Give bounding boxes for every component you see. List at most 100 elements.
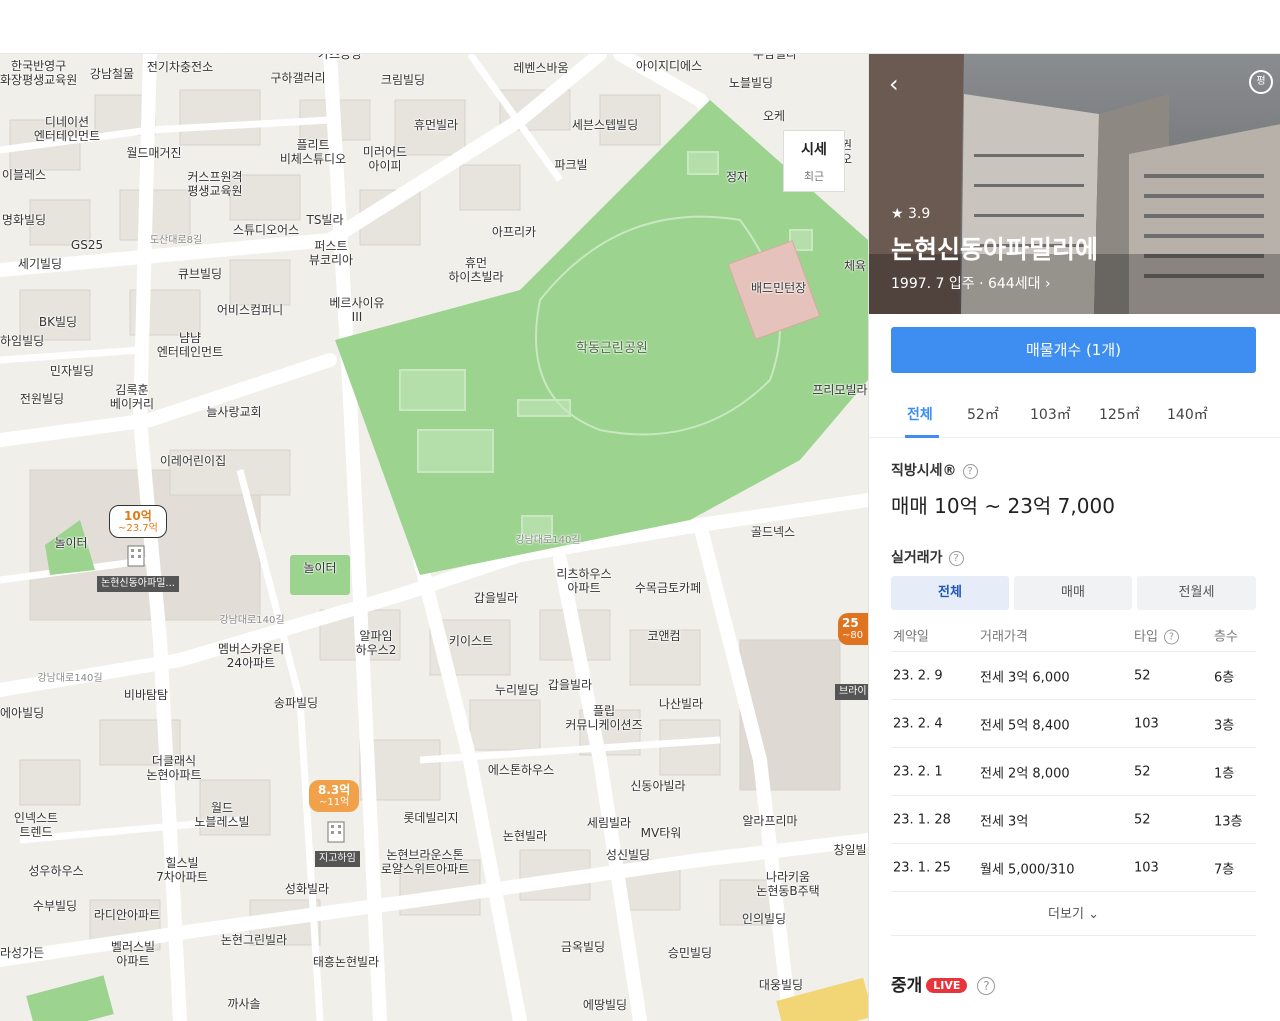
map-place-label[interactable]: 파크빌 xyxy=(554,158,587,172)
map-place-label[interactable]: 레벤스바움 xyxy=(513,61,568,75)
map-place-label[interactable]: 주암빌라 xyxy=(753,54,797,61)
segment-rent[interactable]: 전월세 xyxy=(1137,576,1256,610)
table-row[interactable]: 23. 2. 9 전세 3억 6,000 52 6층 xyxy=(891,652,1256,700)
map-place-label[interactable]: 멤버스카운티 24아파트 xyxy=(218,642,284,670)
help-icon[interactable]: ? xyxy=(948,551,964,566)
map-place-label[interactable]: 금옥빌딩 xyxy=(561,940,605,954)
map-place-label[interactable]: 갑을빌라 xyxy=(474,591,518,605)
map-place-label[interactable]: 힐스빌 7차아파트 xyxy=(156,856,208,884)
map-place-label[interactable]: 세븐스텝빌딩 xyxy=(572,118,638,132)
map-place-label[interactable]: 냠냠 엔터테인먼트 xyxy=(157,331,223,359)
map-place-label[interactable]: 대웅빌딩 xyxy=(759,978,803,992)
map-place-label[interactable]: 한국반영구 화장평생교육원 xyxy=(0,59,77,87)
map-place-label[interactable]: 에스톤하우스 xyxy=(488,763,554,777)
map-view[interactable]: 한국반영구 화장평생교육원 강남철물 전기차충전소 구하갤러리 카츠공방 크림빌딩 레벤스바… xyxy=(0,54,868,1021)
map-place-label[interactable]: 창일빌 xyxy=(833,843,866,857)
map-place-label[interactable]: 신동아빌라 xyxy=(630,779,685,793)
map-place-label[interactable]: 골드넥스 xyxy=(751,525,795,539)
map-place-label[interactable]: 강남철물 xyxy=(90,67,134,81)
map-place-label[interactable]: 놀이터 xyxy=(54,536,87,550)
map-place-label[interactable]: 놀이터 xyxy=(303,561,336,575)
map-place-label[interactable]: 프리모빌라 xyxy=(812,383,867,397)
map-place-label[interactable]: 아프리카 xyxy=(492,225,536,239)
price-pin[interactable]: 8.3억 ~11억 xyxy=(309,780,360,812)
map-place-label[interactable]: 전기차충전소 xyxy=(147,60,213,74)
map-place-label[interactable]: 아이지디에스 xyxy=(636,59,702,73)
map-place-label[interactable]: 코앤컴 xyxy=(647,629,680,643)
map-place-label[interactable]: 갑을빌라 xyxy=(548,678,592,692)
help-icon[interactable]: ? xyxy=(977,977,996,995)
map-place-label[interactable]: 디네이션 엔터테인먼트 xyxy=(34,115,100,143)
map-place-label[interactable]: 김록훈 베이커리 xyxy=(110,383,154,411)
price-pin-edge[interactable]: 25 ~80 xyxy=(838,613,868,645)
map-place-label[interactable]: 알파임 하우스2 xyxy=(356,629,397,657)
map-place-label[interactable]: 수부빌딩 xyxy=(33,899,77,913)
map-place-label[interactable]: 휴먼 하이츠빌라 xyxy=(448,256,503,284)
map-place-label[interactable]: 에아빌딩 xyxy=(0,706,44,720)
tab-52[interactable]: 52㎡ xyxy=(967,404,999,424)
map-place-label[interactable]: 라디안아파트 xyxy=(94,908,160,922)
more-button[interactable]: 더보기 ⌄ xyxy=(891,894,1256,936)
map-place-label[interactable]: 라성가든 xyxy=(0,946,44,960)
map-place-label[interactable]: 베르사이유 III xyxy=(329,296,384,324)
map-place-label[interactable]: 큐브빌딩 xyxy=(178,267,222,281)
map-place-label[interactable]: 논현브라운스톤 로얄스위트아파트 xyxy=(381,848,469,876)
tab-all[interactable]: 전체 xyxy=(907,404,933,424)
map-place-label[interactable]: 승민빌딩 xyxy=(668,946,712,960)
map-place-label[interactable]: GS25 xyxy=(71,238,103,252)
map-place-label[interactable]: 나라키움 논현동B주택 xyxy=(756,870,819,898)
map-place-label[interactable]: 명화빌딩 xyxy=(2,213,46,227)
map-place-label[interactable]: 비바탐탐 xyxy=(124,688,168,702)
map-place-label[interactable]: 알라프리마 xyxy=(742,814,797,828)
map-place-label[interactable]: 키이스트 xyxy=(449,634,493,648)
map-place-label[interactable]: BK빌딩 xyxy=(39,315,77,329)
map-place-label[interactable]: 인의빌딩 xyxy=(742,912,786,926)
map-place-label[interactable]: 카츠공방 xyxy=(318,54,362,61)
map-place-label[interactable]: 논현그린빌라 xyxy=(221,933,287,947)
map-place-label[interactable]: 성신빌딩 xyxy=(606,848,650,862)
map-place-label[interactable]: 송파빌딩 xyxy=(274,696,318,710)
map-place-label[interactable]: 리츠하우스 아파트 xyxy=(556,567,611,595)
map-place-label[interactable]: 나산빌라 xyxy=(659,697,703,711)
map-place-label[interactable]: 퍼스트 뷰코리아 xyxy=(309,239,353,267)
map-place-label[interactable]: 벨러스빌 아파트 xyxy=(111,940,155,968)
map-place-label[interactable]: 태흥논현빌라 xyxy=(313,955,379,969)
segment-sale[interactable]: 매매 xyxy=(1014,576,1132,610)
map-place-label[interactable]: 논현빌라 xyxy=(503,829,547,843)
map-place-label[interactable]: 성화빌라 xyxy=(285,882,329,896)
map-place-label[interactable]: 플리트 비체스튜디오 xyxy=(280,138,346,166)
map-place-label[interactable]: 롯데빌리지 xyxy=(403,811,458,825)
map-place-label[interactable]: 월드매거진 xyxy=(126,146,181,160)
map-place-label[interactable]: 휴먼빌라 xyxy=(414,118,458,132)
map-place-label[interactable]: 이레어린이집 xyxy=(160,454,226,468)
map-place-label[interactable]: 체육 xyxy=(844,259,866,273)
selected-price-pin[interactable]: 10억 ~23.7억 xyxy=(109,505,167,538)
apartment-meta-link[interactable]: 1997. 7 입주 · 644세대 › xyxy=(891,273,1051,293)
help-icon[interactable]: ? xyxy=(1163,629,1179,644)
map-place-label[interactable]: 미러어드 아이피 xyxy=(363,145,407,173)
map-place-label[interactable]: 인넥스트 트렌드 xyxy=(14,811,58,839)
tab-103[interactable]: 103㎡ xyxy=(1030,404,1071,424)
rotate-view-icon[interactable]: 평 xyxy=(1249,70,1273,94)
map-place-label[interactable]: 스튜디오어스 xyxy=(233,223,299,237)
table-row[interactable]: 23. 2. 1 전세 2억 8,000 52 1층 xyxy=(891,748,1256,796)
map-place-label[interactable]: 플립 커뮤니케이션즈 xyxy=(565,704,642,732)
map-place-label[interactable]: 세기빌딩 xyxy=(18,257,62,271)
map-place-label[interactable]: MV타워 xyxy=(641,826,682,840)
segment-all[interactable]: 전체 xyxy=(891,576,1009,610)
table-row[interactable]: 23. 2. 4 전세 5억 8,400 103 3층 xyxy=(891,700,1256,748)
map-place-label[interactable]: 민자빌딩 xyxy=(50,364,94,378)
help-icon[interactable]: ? xyxy=(962,464,978,479)
map-place-label[interactable]: 커스프원격 평생교육원 xyxy=(187,170,242,198)
map-place-label[interactable]: 누리빌딩 xyxy=(495,683,539,697)
map-place-label[interactable]: 에땅빌딩 xyxy=(583,998,627,1012)
map-place-label[interactable]: 세림빌라 xyxy=(587,816,631,830)
map-place-label[interactable]: 전원빌딩 xyxy=(20,392,64,406)
map-place-label[interactable]: 크림빌딩 xyxy=(381,73,425,87)
back-arrow-icon[interactable]: ‹ xyxy=(889,70,899,98)
tab-125[interactable]: 125㎡ xyxy=(1099,404,1140,424)
map-place-label[interactable]: 월드 노블레스빌 xyxy=(194,801,249,829)
map-place-label[interactable]: 늘사랑교회 xyxy=(206,405,261,419)
map-place-label[interactable]: 수목금토카페 xyxy=(635,581,701,595)
table-row[interactable]: 23. 1. 28 전세 3억 52 13층 xyxy=(891,796,1256,844)
